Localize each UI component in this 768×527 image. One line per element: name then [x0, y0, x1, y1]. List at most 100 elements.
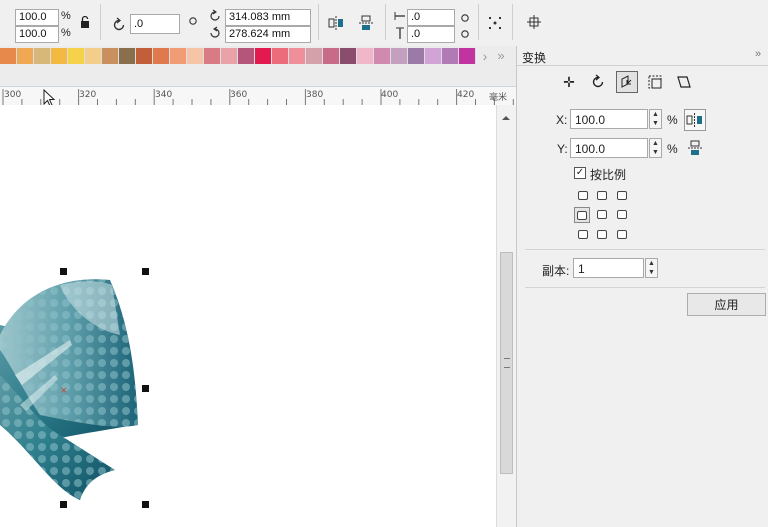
color-swatch[interactable] — [85, 48, 102, 64]
docker-title: 变换 — [522, 51, 547, 65]
ruler-unit: 毫米 — [489, 93, 508, 103]
anchor-bottom-center[interactable] — [597, 230, 607, 239]
y-percent: % — [667, 142, 678, 156]
selection-handle-top-left[interactable] — [60, 268, 67, 275]
scale-y-input[interactable]: 100.0 — [570, 138, 648, 158]
color-swatch[interactable] — [391, 48, 408, 64]
rotation-center-y-input[interactable]: 278.624 mm — [225, 26, 311, 43]
proportional-checkbox[interactable]: ✓ — [574, 167, 586, 179]
color-swatch[interactable] — [153, 48, 170, 64]
scale-y-spinner[interactable]: ▲ ▼ — [649, 138, 662, 158]
color-swatch[interactable] — [204, 48, 221, 64]
color-swatch[interactable] — [289, 48, 306, 64]
color-swatch[interactable] — [459, 48, 476, 64]
docker-collapse-icon[interactable]: » — [755, 48, 761, 60]
outline-height-icon — [393, 26, 407, 44]
scroll-grip-icon — [504, 358, 510, 368]
copies-input[interactable]: 1 — [573, 258, 644, 278]
lock-ratio-icon[interactable] — [78, 15, 92, 33]
property-bar: 100.0 % 100.0 % .0 314.083 mm 278.624 mm… — [0, 0, 768, 47]
anchor-top-right[interactable] — [617, 191, 627, 200]
color-swatch[interactable] — [51, 48, 68, 64]
apply-button[interactable]: 应用 — [687, 293, 766, 316]
outline-y-input[interactable]: .0 — [407, 26, 455, 43]
color-swatch[interactable] — [374, 48, 391, 64]
color-swatch[interactable] — [136, 48, 153, 64]
color-swatch[interactable] — [221, 48, 238, 64]
y-label: Y: — [557, 142, 568, 156]
anchor-middle-right[interactable] — [617, 210, 627, 219]
degree-icon — [188, 14, 198, 30]
ruler-label-380: 380 — [306, 90, 324, 100]
rotation-center-x-icon — [207, 9, 223, 27]
selection-handle-bottom-right[interactable] — [142, 501, 149, 508]
color-swatch[interactable] — [170, 48, 187, 64]
transform-docker: 变换 » ✛ X: 100.0 ▲ ▼ % Y: 100.0 ▲ ▼ % ✓ 按比例… — [516, 46, 768, 527]
color-swatch[interactable] — [119, 48, 136, 64]
outline-x-degree-icon — [460, 11, 470, 27]
horizontal-ruler[interactable]: 300 320 340 360 380 400 420 毫米 — [0, 86, 516, 106]
selection-handle-middle-right[interactable] — [142, 385, 149, 392]
mirror-vertical-button[interactable] — [687, 140, 705, 158]
position-tool-icon[interactable]: ✛ — [559, 72, 579, 92]
add-perspective-icon[interactable] — [525, 14, 543, 34]
color-swatch[interactable] — [425, 48, 442, 64]
rotation-center-y-icon — [207, 26, 223, 44]
color-swatch[interactable] — [187, 48, 204, 64]
color-swatch[interactable] — [272, 48, 289, 64]
scale-x-percent: % — [61, 10, 71, 22]
scroll-thumb[interactable] — [500, 252, 513, 474]
size-tool-icon[interactable] — [645, 72, 665, 92]
ribbon-graphic[interactable]: × — [0, 105, 496, 527]
proportional-label: 按比例 — [590, 168, 627, 182]
scale-y-percent: % — [61, 27, 71, 39]
anchor-center[interactable] — [597, 210, 607, 219]
color-swatch[interactable] — [102, 48, 119, 64]
x-percent: % — [667, 113, 678, 127]
anchor-bottom-left[interactable] — [578, 230, 588, 239]
scale-y-input[interactable]: 100.0 — [15, 26, 59, 43]
workspace-strip — [0, 66, 516, 86]
anchor-top-left[interactable] — [578, 191, 588, 200]
selection-handle-bottom-left[interactable] — [60, 501, 67, 508]
color-swatch[interactable] — [408, 48, 425, 64]
scale-mirror-tool-icon[interactable] — [616, 71, 638, 93]
copies-spinner[interactable]: ▲ ▼ — [645, 258, 658, 278]
palette-scroll-right-button[interactable]: › — [478, 47, 492, 65]
skew-tool-icon[interactable] — [674, 72, 694, 92]
scale-x-spinner[interactable]: ▲ ▼ — [649, 109, 662, 129]
relative-position-icon[interactable] — [486, 15, 504, 35]
ruler-label-420: 420 — [457, 90, 475, 100]
color-swatch[interactable] — [0, 48, 17, 64]
selection-handle-top-right[interactable] — [142, 268, 149, 275]
color-swatch[interactable] — [255, 48, 272, 64]
mirror-horizontal-button[interactable] — [684, 109, 706, 131]
anchor-bottom-right[interactable] — [617, 230, 627, 239]
rotation-angle-input[interactable]: .0 — [130, 14, 180, 34]
color-swatch[interactable] — [442, 48, 459, 64]
color-swatch[interactable] — [340, 48, 357, 64]
outline-width-icon — [393, 9, 407, 27]
vertical-scrollbar[interactable] — [496, 105, 517, 527]
color-swatch[interactable] — [306, 48, 323, 64]
mirror-horizontal-icon[interactable] — [327, 15, 345, 35]
color-swatch[interactable] — [68, 48, 85, 64]
rotation-center-x-input[interactable]: 314.083 mm — [225, 9, 311, 26]
color-swatch[interactable] — [238, 48, 255, 64]
color-swatch[interactable] — [34, 48, 51, 64]
ruler-label-300: 300 — [4, 90, 22, 100]
drawing-canvas[interactable]: × — [0, 105, 496, 527]
color-swatch[interactable] — [323, 48, 340, 64]
palette-more-button[interactable]: » — [493, 47, 509, 65]
scale-x-input[interactable]: 100.0 — [15, 9, 59, 26]
ruler-label-340: 340 — [155, 90, 173, 100]
color-swatch[interactable] — [17, 48, 34, 64]
scroll-up-arrow-icon[interactable] — [501, 111, 511, 120]
color-swatch[interactable] — [357, 48, 374, 64]
anchor-middle-left[interactable] — [574, 207, 590, 223]
rotate-tool-icon[interactable] — [588, 72, 608, 92]
outline-x-input[interactable]: .0 — [407, 9, 455, 26]
anchor-top-center[interactable] — [597, 191, 607, 200]
mirror-vertical-icon[interactable] — [357, 15, 375, 35]
scale-x-input[interactable]: 100.0 — [570, 109, 648, 129]
